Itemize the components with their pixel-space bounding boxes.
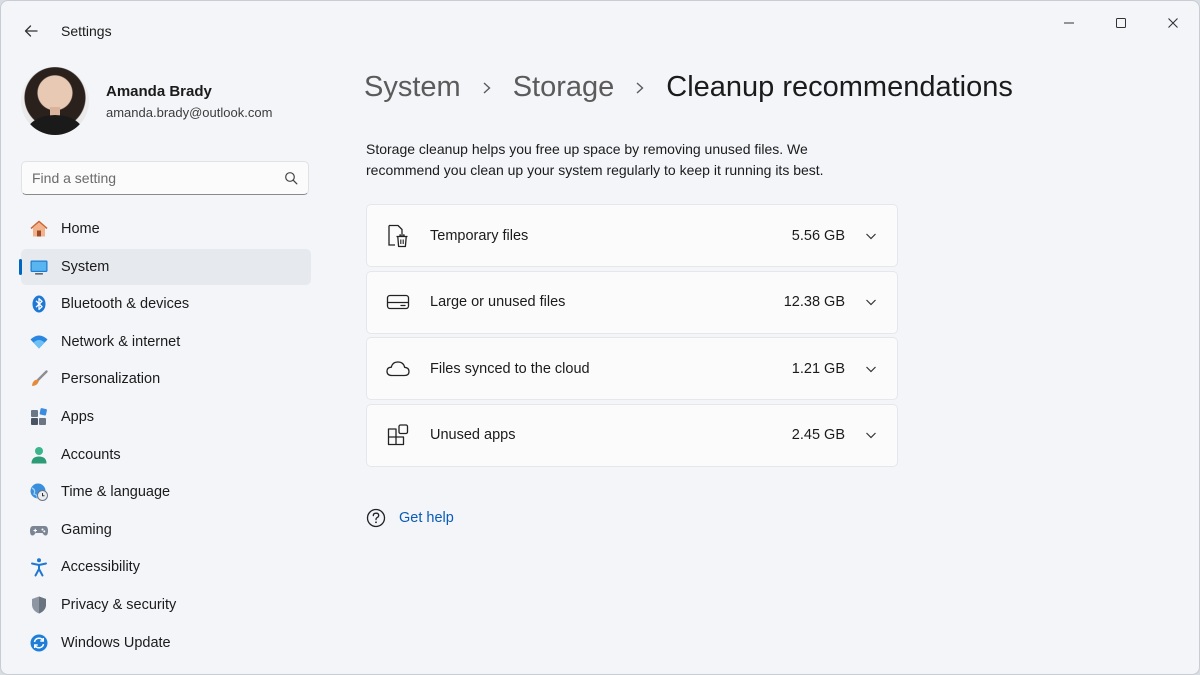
cleanup-item-cloud-synced-files[interactable]: Files synced to the cloud 1.21 GB (366, 337, 898, 400)
breadcrumb-storage[interactable]: Storage (513, 71, 615, 104)
profile-name: Amanda Brady (106, 82, 212, 100)
back-arrow-icon (24, 25, 38, 37)
sidebar-item-privacy-security[interactable]: Privacy & security (21, 587, 311, 623)
sidebar-item-apps[interactable]: Apps (21, 399, 311, 435)
user-profile[interactable]: Amanda Brady amanda.brady@outlook.com (21, 67, 272, 135)
sidebar-item-label: System (61, 258, 110, 275)
cleanup-item-size: 12.38 GB (783, 294, 845, 310)
shield-icon (29, 595, 49, 615)
globe-clock-icon (29, 482, 49, 502)
maximize-icon (1116, 18, 1126, 28)
system-icon (29, 257, 49, 277)
app-title: Settings (61, 23, 112, 39)
help-icon (366, 508, 386, 528)
chevron-down-icon[interactable] (863, 427, 879, 443)
back-button[interactable] (15, 15, 47, 47)
cleanup-item-label: Large or unused files (430, 294, 566, 310)
sidebar-item-label: Accounts (61, 446, 121, 463)
maximize-button[interactable] (1095, 1, 1147, 45)
close-icon (1168, 18, 1178, 28)
breadcrumb-system[interactable]: System (364, 71, 461, 104)
chevron-right-icon (634, 81, 646, 95)
sidebar-item-home[interactable]: Home (21, 211, 311, 247)
search-box (21, 161, 309, 195)
sidebar-item-label: Apps (61, 408, 95, 425)
cleanup-item-size: 2.45 GB (791, 427, 845, 443)
sidebar-item-label: Time & language (61, 484, 171, 501)
brush-icon (29, 369, 49, 389)
cleanup-item-size: 5.56 GB (791, 227, 845, 244)
cleanup-item-label: Files synced to the cloud (430, 360, 590, 377)
chevron-right-icon (481, 81, 493, 95)
sidebar-item-label: Personalization (61, 371, 161, 388)
sidebar-item-network[interactable]: Network & internet (21, 324, 311, 360)
controller-icon (29, 520, 49, 540)
sidebar-item-label: Gaming (61, 521, 112, 538)
get-help-link[interactable]: Get help (399, 510, 454, 526)
sidebar-item-label: Windows Update (61, 634, 171, 651)
profile-email: amanda.brady@outlook.com (106, 104, 273, 120)
breadcrumb: System Storage Cleanup recommendations (364, 71, 1013, 104)
sidebar-item-personalization[interactable]: Personalization (21, 361, 311, 397)
search-icon[interactable] (284, 171, 298, 185)
close-button[interactable] (1147, 1, 1199, 45)
sidebar-item-time-language[interactable]: Time & language (21, 474, 311, 510)
page-description: Storage cleanup helps you free up space … (366, 141, 824, 178)
sidebar-item-bluetooth[interactable]: Bluetooth & devices (21, 286, 311, 322)
sidebar-item-label: Bluetooth & devices (61, 296, 190, 313)
cleanup-item-large-unused-files[interactable]: Large or unused files 12.38 GB (366, 270, 898, 334)
wifi-icon (29, 332, 49, 352)
cleanup-list: Temporary files 5.56 GB Large or unused … (366, 204, 898, 470)
chevron-down-icon[interactable] (863, 228, 879, 244)
sidebar-item-gaming[interactable]: Gaming (21, 512, 311, 548)
page-title: Cleanup recommendations (666, 71, 1013, 103)
settings-window: Settings Amanda Brady amanda.brady@outlo… (0, 0, 1200, 675)
trash-file-icon (385, 223, 411, 249)
sidebar-item-label: Accessibility (61, 559, 140, 576)
avatar (21, 67, 89, 135)
accessibility-icon (29, 557, 49, 577)
title-bar: Settings (1, 1, 1199, 49)
cleanup-item-size: 1.21 GB (791, 360, 845, 377)
drive-icon (385, 289, 411, 315)
cloud-icon (385, 356, 411, 382)
apps-icon (29, 407, 49, 427)
apps-grid-icon (385, 422, 411, 448)
cleanup-item-label: Unused apps (430, 427, 516, 443)
cleanup-item-unused-apps[interactable]: Unused apps 2.45 GB (366, 403, 898, 467)
sidebar-item-accessibility[interactable]: Accessibility (21, 549, 311, 585)
window-controls (1043, 1, 1199, 45)
sidebar-item-label: Privacy & security (61, 596, 177, 613)
cleanup-item-label: Temporary files (430, 227, 529, 244)
home-icon (29, 219, 49, 239)
chevron-down-icon[interactable] (863, 294, 879, 310)
chevron-down-icon[interactable] (863, 361, 879, 377)
search-input[interactable] (32, 170, 284, 186)
bluetooth-icon (29, 294, 49, 314)
cleanup-item-temporary-files[interactable]: Temporary files 5.56 GB (366, 204, 898, 267)
minimize-button[interactable] (1043, 1, 1095, 45)
account-icon (29, 445, 49, 465)
sidebar-item-accounts[interactable]: Accounts (21, 437, 311, 473)
sidebar-item-system[interactable]: System (19, 248, 311, 285)
sidebar-item-windows-update[interactable]: Windows Update (21, 625, 311, 661)
sidebar-item-label: Network & internet (61, 333, 181, 350)
update-icon (29, 633, 49, 653)
sidebar-item-label: Home (61, 221, 100, 237)
sidebar-nav: Home System Bluetooth & devices Network … (19, 211, 311, 662)
get-help[interactable]: Get help (365, 507, 454, 529)
minimize-icon (1064, 22, 1074, 24)
